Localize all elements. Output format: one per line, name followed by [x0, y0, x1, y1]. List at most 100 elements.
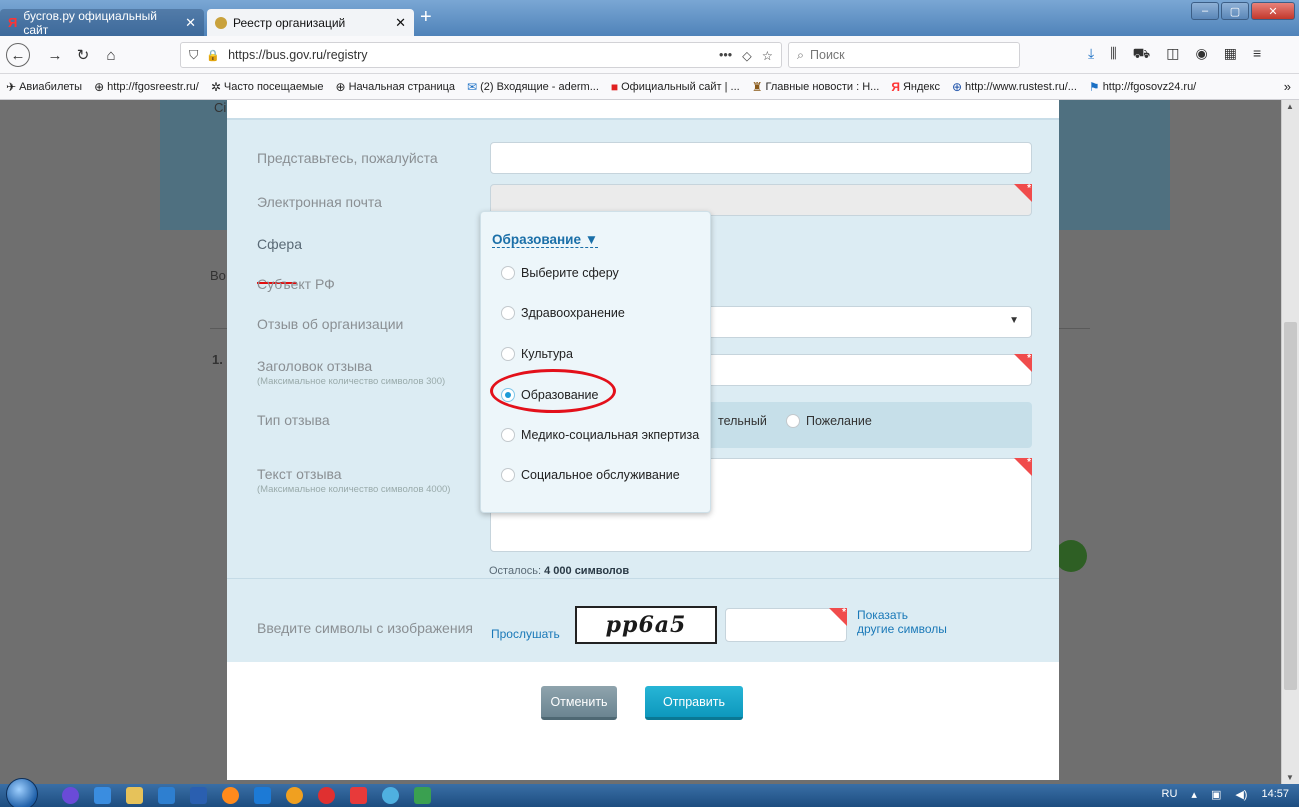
type-option[interactable]: тельный	[718, 414, 767, 428]
captcha-image: pp6a5	[575, 606, 717, 644]
tab-busgov[interactable]: Я бусгов.ру официальный сайт ✕	[0, 8, 204, 37]
cancel-button[interactable]: Отменить	[541, 686, 617, 720]
name-label: Представьтесь, пожалуйста	[257, 150, 438, 166]
tray-expand-icon[interactable]: ▴	[1191, 788, 1197, 801]
other-symbols-link[interactable]: Показать другие символы	[857, 608, 947, 636]
close-icon[interactable]: ✕	[395, 15, 406, 31]
listen-link[interactable]: Прослушать	[491, 627, 560, 641]
minimize-icon[interactable]: –	[1191, 2, 1219, 20]
download-icon[interactable]: ⤓	[1088, 45, 1094, 64]
tab-registry[interactable]: Реестр организаций ✕	[207, 9, 414, 36]
language-indicator[interactable]: RU	[1162, 788, 1178, 801]
scrollbar[interactable]: ▲ ▼	[1281, 100, 1299, 784]
bookmark-site-icon: ■	[610, 79, 619, 94]
sphere-option[interactable]: Культура	[501, 347, 573, 361]
tab-title: Реестр организаций	[233, 15, 346, 30]
word-icon[interactable]	[190, 787, 207, 804]
required-marker-icon	[1014, 457, 1032, 476]
folder-icon[interactable]	[126, 787, 143, 804]
firefox-icon[interactable]	[222, 787, 239, 804]
yandex-browser-icon[interactable]	[350, 787, 367, 804]
radio-button[interactable]	[501, 428, 515, 442]
sphere-option-label: Выберите сферу	[521, 266, 619, 280]
radio-button[interactable]	[786, 414, 800, 428]
extensions-icon[interactable]: ▦	[1224, 45, 1237, 64]
sphere-option[interactable]: Здравоохранение	[501, 306, 625, 320]
globe-icon: ⊕	[94, 79, 105, 94]
system-tray: RU ▴ ▣ ◀) 14:57	[1162, 788, 1289, 801]
network-icon[interactable]: ▣	[1211, 788, 1221, 801]
back-icon[interactable]: ←	[6, 43, 30, 67]
name-field[interactable]	[490, 142, 1032, 174]
radio-button[interactable]	[501, 306, 515, 320]
bookmark-item[interactable]: ✉ (2) Входящие - aderm...	[467, 80, 599, 94]
bookmark-item[interactable]: ⊕ http://fgosreestr.ru/	[94, 80, 199, 94]
maximize-icon[interactable]: ▢	[1221, 2, 1249, 20]
tab-title: бусгов.ру официальный сайт	[23, 8, 157, 37]
window-close-icon[interactable]: ✕	[1251, 2, 1295, 20]
start-button[interactable]	[6, 778, 38, 807]
clock[interactable]: 14:57	[1261, 788, 1289, 801]
sphere-option-label: Здравоохранение	[521, 306, 625, 320]
opera-icon[interactable]	[318, 787, 335, 804]
scroll-down-icon[interactable]: ▼	[1286, 773, 1294, 782]
sphere-option[interactable]: Социальное обслуживание	[501, 468, 680, 482]
type-option-wish[interactable]: Пожелание	[786, 414, 872, 428]
shield-icon: ⛉	[189, 47, 199, 62]
radio-button[interactable]	[501, 468, 515, 482]
sidebar-icon[interactable]: ◫	[1166, 45, 1179, 64]
close-icon[interactable]: ✕	[185, 15, 196, 31]
home-icon[interactable]: ⌂	[98, 43, 124, 67]
region-label: Субъект РФ	[257, 276, 335, 292]
bookmark-item[interactable]: ✲ Часто посещаемые	[211, 80, 324, 94]
bookmark-item[interactable]: ✈ Авиабилеты	[6, 80, 82, 94]
caret-down-icon: ▼	[584, 232, 599, 247]
bookmark-item[interactable]: ⚑ http://fgosovz24.ru/	[1089, 80, 1196, 94]
menu-icon[interactable]: ≡	[1253, 45, 1261, 64]
required-marker-icon	[1014, 353, 1032, 372]
bookmark-item[interactable]: ⊕ Начальная страница	[336, 80, 456, 94]
app-icon[interactable]	[286, 787, 303, 804]
site-icon: ⚑	[1088, 79, 1100, 94]
submit-button[interactable]: Отправить	[645, 686, 743, 720]
more-bookmarks-icon[interactable]: »	[1284, 79, 1291, 94]
sphere-dropdown-toggle[interactable]: Образование ▼	[492, 232, 599, 248]
scroll-thumb[interactable]	[1284, 322, 1297, 690]
app-icon[interactable]	[414, 787, 431, 804]
search-icon: ⌕	[797, 47, 805, 62]
search-input[interactable]: ⌕ Поиск	[788, 42, 1020, 68]
account-icon[interactable]: ◉	[1196, 45, 1208, 64]
page-actions-icon[interactable]: •••	[719, 48, 732, 63]
new-tab-icon[interactable]: +	[420, 6, 432, 29]
captcha-input[interactable]	[725, 607, 847, 642]
radio-button[interactable]	[501, 347, 515, 361]
forward-icon[interactable]: →	[42, 43, 68, 67]
bookmark-item[interactable]: ■ Официальный сайт | ...	[611, 80, 740, 94]
tab-bar: Я бусгов.ру официальный сайт ✕ Реестр ор…	[0, 0, 1299, 37]
window-controls: – ▢ ✕	[1191, 2, 1295, 20]
text-hint: (Максимальное количество символов 4000)	[257, 484, 451, 495]
app-icon[interactable]	[158, 787, 175, 804]
speaker-icon[interactable]: ◀)	[1235, 788, 1247, 801]
media-icon[interactable]	[254, 787, 271, 804]
pocket-icon[interactable]: ◇	[742, 48, 752, 63]
bookmark-item[interactable]: Я Яндекс	[891, 80, 940, 94]
chevron-down-icon: ▼	[1009, 315, 1019, 326]
library-icon[interactable]: ⫼	[1110, 45, 1116, 64]
bookmark-item[interactable]: ♜ Главные новости : Н...	[752, 80, 880, 94]
scroll-up-icon[interactable]: ▲	[1286, 102, 1294, 111]
radio-button[interactable]	[501, 266, 515, 280]
sphere-option[interactable]: Медико-социальная экпертиза	[501, 428, 699, 442]
divider	[227, 578, 1059, 579]
bookmark-star-icon[interactable]: ☆	[762, 48, 773, 63]
reload-icon[interactable]: ↻	[70, 43, 96, 67]
address-bar[interactable]: ⛉ 🔒 https://bus.gov.ru/registry ••• ◇ ☆	[180, 42, 782, 68]
assistant-icon[interactable]	[62, 787, 79, 804]
other-symbols-line: другие символы	[857, 622, 947, 636]
ie-icon[interactable]	[94, 787, 111, 804]
cart-icon[interactable]: ⛟	[1133, 45, 1151, 64]
sphere-option[interactable]: Выберите сферу	[501, 266, 619, 280]
bookmark-item[interactable]: ⊕ http://www.rustest.ru/...	[952, 80, 1077, 94]
email-label: Электронная почта	[257, 194, 382, 210]
app-icon[interactable]	[382, 787, 399, 804]
